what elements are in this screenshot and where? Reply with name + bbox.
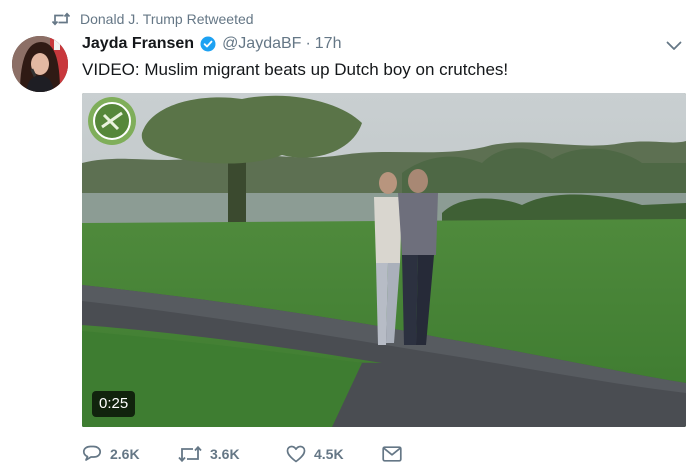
chevron-down-icon: [666, 41, 682, 50]
avatar[interactable]: [12, 36, 68, 92]
tweet-actions: 2.6K 3.6K 4.5K: [82, 442, 412, 466]
reply-button[interactable]: 2.6K: [82, 445, 178, 463]
retweet-count: 3.6K: [210, 446, 240, 462]
retweet-icon: [52, 12, 70, 26]
envelope-icon: [382, 446, 402, 462]
video-duration-badge: 0:25: [92, 391, 136, 417]
verified-badge-icon: [200, 36, 216, 52]
like-count: 4.5K: [314, 446, 344, 462]
tweet-timestamp[interactable]: 17h: [315, 35, 342, 53]
video-thumbnail: [82, 93, 686, 427]
retweet-button[interactable]: 3.6K: [178, 445, 286, 463]
direct-message-button[interactable]: [382, 446, 412, 462]
tweet-header: Jayda Fransen @JaydaBF · 17h: [82, 33, 341, 55]
retweet-context-text[interactable]: Donald J. Trump Retweeted: [80, 11, 254, 27]
author-handle[interactable]: @JaydaBF: [222, 35, 301, 53]
reply-count: 2.6K: [110, 446, 140, 462]
separator-dot: ·: [305, 35, 311, 52]
profile-photo: [12, 36, 68, 92]
tweet-menu-button[interactable]: [664, 36, 684, 56]
tweet-text: VIDEO: Muslim migrant beats up Dutch boy…: [82, 60, 509, 79]
video-player[interactable]: 0:25: [82, 93, 686, 427]
heart-icon: [286, 445, 306, 463]
retweet-icon: [178, 445, 202, 463]
like-button[interactable]: 4.5K: [286, 445, 382, 463]
author-name[interactable]: Jayda Fransen: [82, 35, 194, 53]
retweet-context: Donald J. Trump Retweeted: [52, 10, 254, 28]
reply-icon: [82, 445, 102, 463]
